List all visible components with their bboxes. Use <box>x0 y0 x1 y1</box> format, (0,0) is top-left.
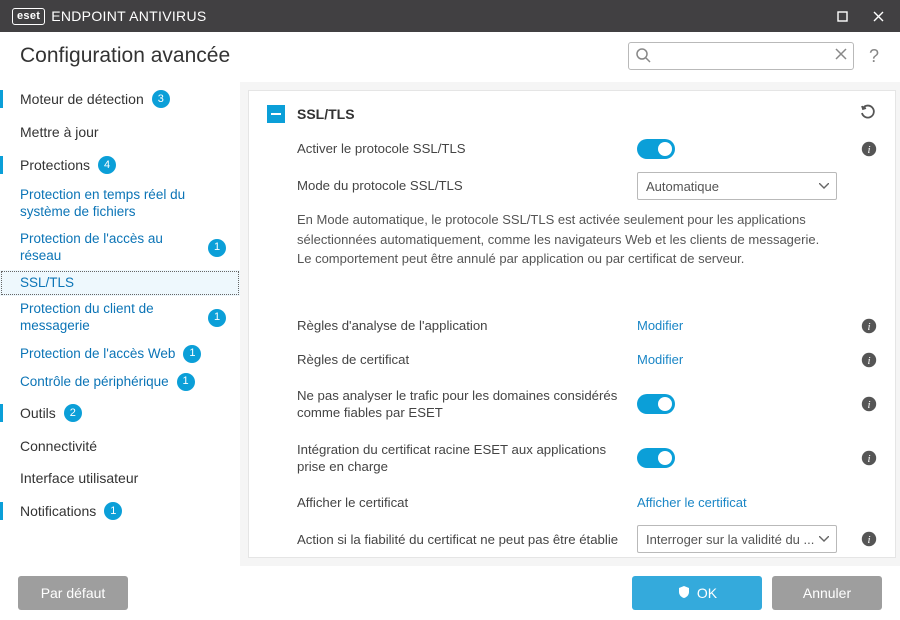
toggle-root-cert[interactable] <box>637 448 675 468</box>
product-name: ENDPOINT ANTIVIRUS <box>51 8 206 24</box>
setting-label: Règles de certificat <box>297 351 637 368</box>
button-label: Par défaut <box>41 585 106 601</box>
setting-label: Activer le protocole SSL/TLS <box>297 140 637 157</box>
sidebar-item-connectivity[interactable]: Connectivité <box>0 430 240 462</box>
badge: 3 <box>152 90 170 108</box>
group-title: SSL/TLS <box>297 106 355 122</box>
sidebar-item-detection-engine[interactable]: Moteur de détection 3 <box>0 82 240 116</box>
cancel-button[interactable]: Annuler <box>772 576 882 610</box>
link-modify-app-rules[interactable]: Modifier <box>637 318 683 333</box>
info-icon[interactable]: i <box>861 318 877 334</box>
setting-label: Ne pas analyser le trafic pour les domai… <box>297 383 637 425</box>
sidebar-item-label: SSL/TLS <box>20 275 74 292</box>
setting-label: Afficher le certificat <box>297 494 637 511</box>
info-icon[interactable]: i <box>861 352 877 368</box>
sidebar-item-label: Moteur de détection <box>20 91 144 107</box>
sidebar-item-label: Protection en temps réel du système de f… <box>20 187 226 221</box>
brand-logo: eset ENDPOINT ANTIVIRUS <box>12 8 207 25</box>
select-cert-validity-action[interactable]: Interroger sur la validité du ... <box>637 525 837 553</box>
svg-text:i: i <box>867 453 870 465</box>
sidebar-item-tools[interactable]: Outils 2 <box>0 396 240 430</box>
sidebar-item-label: Notifications <box>20 503 96 519</box>
button-label: OK <box>697 585 717 601</box>
maximize-button[interactable] <box>824 0 860 32</box>
info-icon[interactable]: i <box>861 396 877 412</box>
setting-label: Mode du protocole SSL/TLS <box>297 177 637 194</box>
setting-label: Règles d'analyse de l'application <box>297 317 637 334</box>
link-show-cert[interactable]: Afficher le certificat <box>637 495 747 510</box>
sidebar-item-label: Connectivité <box>20 438 97 454</box>
search-wrap <box>628 42 854 70</box>
setting-label: Intégration du certificat racine ESET au… <box>297 437 637 479</box>
row-app-rules: Règles d'analyse de l'application Modifi… <box>267 309 877 343</box>
badge: 1 <box>183 345 201 363</box>
sidebar-item-protections[interactable]: Protections 4 <box>0 148 240 182</box>
group-header-ssl-tls: SSL/TLS <box>267 91 877 132</box>
svg-text:i: i <box>867 355 870 367</box>
sidebar-item-label: Protections <box>20 157 90 173</box>
clear-search-icon[interactable] <box>834 47 848 64</box>
sidebar-item-label: Interface utilisateur <box>20 470 138 486</box>
badge: 1 <box>208 309 226 327</box>
svg-text:i: i <box>867 321 870 333</box>
sidebar-sub-device-control[interactable]: Contrôle de périphérique 1 <box>0 368 240 396</box>
sidebar-item-label: Protection de l'accès Web <box>20 346 175 363</box>
button-label: Annuler <box>803 585 851 601</box>
badge: 4 <box>98 156 116 174</box>
row-show-cert: Afficher le certificat Afficher le certi… <box>267 485 877 519</box>
sidebar-item-ui[interactable]: Interface utilisateur <box>0 462 240 494</box>
sidebar-item-label: Protection du client de messagerie <box>20 301 200 335</box>
close-button[interactable] <box>860 0 896 32</box>
eset-logo: eset <box>12 8 45 25</box>
sidebar-sub-ssl-tls[interactable]: SSL/TLS <box>0 270 240 297</box>
sidebar: Moteur de détection 3 Mettre à jour Prot… <box>0 82 240 566</box>
row-trusted-domains: Ne pas analyser le trafic pour les domai… <box>267 377 877 431</box>
sidebar-sub-realtime-fs[interactable]: Protection en temps réel du système de f… <box>0 182 240 226</box>
info-icon[interactable]: i <box>861 141 877 157</box>
sidebar-item-label: Protection de l'accès au réseau <box>20 231 200 265</box>
page-title: Configuration avancée <box>20 44 230 68</box>
toggle-enable-ssl[interactable] <box>637 139 675 159</box>
sidebar-item-label: Mettre à jour <box>20 124 99 140</box>
ok-button[interactable]: OK <box>632 576 762 610</box>
sidebar-item-label: Contrôle de périphérique <box>20 374 169 391</box>
sidebar-sub-network-access[interactable]: Protection de l'accès au réseau 1 <box>0 226 240 270</box>
sidebar-sub-mail-client[interactable]: Protection du client de messagerie 1 <box>0 296 240 340</box>
mode-description: En Mode automatique, le protocole SSL/TL… <box>267 206 827 283</box>
badge: 1 <box>177 373 195 391</box>
badge: 2 <box>64 404 82 422</box>
badge: 1 <box>208 239 226 257</box>
titlebar: eset ENDPOINT ANTIVIRUS <box>0 0 900 32</box>
row-ssl-mode: Mode du protocole SSL/TLS Automatique <box>267 166 877 206</box>
search-input[interactable] <box>628 42 854 70</box>
footer: Par défaut OK Annuler <box>0 566 900 620</box>
search-icon <box>635 47 651 66</box>
sidebar-item-notifications[interactable]: Notifications 1 <box>0 494 240 528</box>
settings-panel: SSL/TLS Activer le protocole SSL/TLS i <box>248 90 896 558</box>
page-header: Configuration avancée ? <box>0 32 900 82</box>
collapse-button[interactable] <box>267 105 285 123</box>
row-enable-ssl: Activer le protocole SSL/TLS i <box>267 132 877 166</box>
setting-label: Action si la fiabilité du certificat ne … <box>297 531 637 548</box>
help-button[interactable]: ? <box>862 44 886 68</box>
svg-text:i: i <box>867 399 870 411</box>
svg-text:i: i <box>867 534 870 546</box>
sidebar-item-update[interactable]: Mettre à jour <box>0 116 240 148</box>
badge: 1 <box>104 502 122 520</box>
info-icon[interactable]: i <box>861 450 877 466</box>
default-button[interactable]: Par défaut <box>18 576 128 610</box>
toggle-trusted-domains[interactable] <box>637 394 675 414</box>
sidebar-sub-web-access[interactable]: Protection de l'accès Web 1 <box>0 340 240 368</box>
svg-text:i: i <box>867 144 870 156</box>
row-cert-rules: Règles de certificat Modifier i <box>267 343 877 377</box>
shield-icon <box>677 585 691 602</box>
row-cert-validity-action: Action si la fiabilité du certificat ne … <box>267 519 877 557</box>
info-icon[interactable]: i <box>861 531 877 547</box>
row-root-cert: Intégration du certificat racine ESET au… <box>267 431 877 485</box>
select-ssl-mode[interactable]: Automatique <box>637 172 837 200</box>
revert-icon[interactable] <box>859 103 877 124</box>
link-modify-cert-rules[interactable]: Modifier <box>637 352 683 367</box>
sidebar-item-label: Outils <box>20 405 56 421</box>
